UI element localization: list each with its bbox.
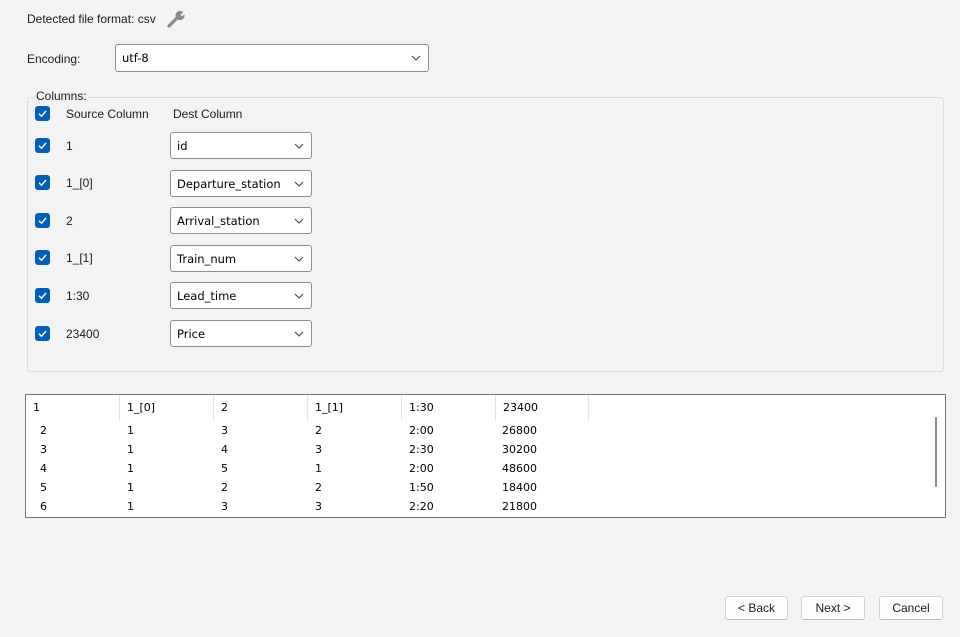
table-cell: 1 <box>127 443 134 456</box>
chevron-down-icon <box>294 256 304 262</box>
source-column-label: 1 <box>66 139 73 153</box>
table-cell: 21800 <box>502 500 537 513</box>
columns-group <box>27 97 944 372</box>
source-column-label: 1:30 <box>66 289 90 303</box>
source-column-label: 1_[1] <box>66 251 93 265</box>
select-all-checkbox[interactable] <box>35 106 50 121</box>
preview-table-header: 1 1_[0] 2 1_[1] 1:30 23400 <box>26 395 945 421</box>
dest-column-select[interactable]: Train_num <box>170 245 312 272</box>
source-column-label: 2 <box>66 214 73 228</box>
preview-header-cell[interactable]: 1_[1] <box>308 395 402 421</box>
dest-column-select[interactable]: Departure_station <box>170 170 312 197</box>
chevron-down-icon <box>294 181 304 187</box>
next-button[interactable]: Next > <box>801 596 865 620</box>
table-cell: 1 <box>315 462 322 475</box>
table-cell: 2 <box>40 424 47 437</box>
dest-column-select[interactable]: Lead_time <box>170 282 312 309</box>
table-cell: 3 <box>40 443 47 456</box>
chevron-down-icon <box>294 143 304 149</box>
preview-header-cell[interactable]: 1_[0] <box>120 395 214 421</box>
checkmark-icon <box>38 110 47 118</box>
dest-column-select[interactable]: Price <box>170 320 312 347</box>
table-cell: 26800 <box>502 424 537 437</box>
table-row[interactable]: 4 1 5 1 2:00 48600 <box>26 459 921 478</box>
chevron-down-icon <box>294 218 304 224</box>
dest-column-value: Lead_time <box>177 288 237 303</box>
dest-column-header: Dest Column <box>173 107 243 121</box>
preview-table[interactable]: 1 1_[0] 2 1_[1] 1:30 23400 2 1 3 2 2:00 … <box>25 394 946 518</box>
scrollbar-thumb[interactable] <box>935 417 937 487</box>
chevron-down-icon <box>411 55 421 61</box>
table-cell: 3 <box>315 500 322 513</box>
table-cell: 1:50 <box>409 481 434 494</box>
checkmark-icon <box>38 292 47 300</box>
table-cell: 18400 <box>502 481 537 494</box>
cancel-button[interactable]: Cancel <box>879 596 943 620</box>
table-row[interactable]: 5 1 2 2 1:50 18400 <box>26 478 921 497</box>
table-cell: 6 <box>40 500 47 513</box>
table-row[interactable]: 6 1 3 3 2:20 21800 <box>26 497 921 516</box>
column-checkbox[interactable] <box>35 326 50 341</box>
table-cell: 5 <box>40 481 47 494</box>
table-cell: 5 <box>221 462 228 475</box>
column-checkbox[interactable] <box>35 175 50 190</box>
wrench-icon[interactable] <box>166 10 188 28</box>
column-checkbox[interactable] <box>35 213 50 228</box>
table-cell: 2:00 <box>409 424 434 437</box>
preview-header-cell[interactable]: 1:30 <box>402 395 496 421</box>
dest-column-select[interactable]: id <box>170 132 312 159</box>
preview-header-cell[interactable]: 2 <box>214 395 308 421</box>
table-cell: 2:00 <box>409 462 434 475</box>
dest-column-value: id <box>177 138 188 153</box>
table-cell: 1 <box>127 481 134 494</box>
encoding-select[interactable]: utf-8 <box>115 44 429 72</box>
table-cell: 1 <box>127 424 134 437</box>
chevron-down-icon <box>294 293 304 299</box>
dest-column-select[interactable]: Arrival_station <box>170 207 312 234</box>
columns-group-title: Columns: <box>35 89 88 103</box>
table-row[interactable]: 3 1 4 3 2:30 30200 <box>26 440 921 459</box>
table-cell: 4 <box>40 462 47 475</box>
dest-column-value: Train_num <box>177 251 237 266</box>
table-cell: 2 <box>315 424 322 437</box>
checkmark-icon <box>38 179 47 187</box>
column-checkbox[interactable] <box>35 250 50 265</box>
source-column-label: 23400 <box>66 327 100 341</box>
table-cell: 3 <box>221 424 228 437</box>
table-cell: 2:30 <box>409 443 434 456</box>
encoding-label: Encoding: <box>27 52 81 66</box>
chevron-down-icon <box>294 331 304 337</box>
encoding-value: utf-8 <box>122 51 149 65</box>
table-row[interactable]: 2 1 3 2 2:00 26800 <box>26 421 921 440</box>
source-column-label: 1_[0] <box>66 176 93 190</box>
dest-column-value: Price <box>177 326 206 341</box>
back-button[interactable]: < Back <box>725 596 788 620</box>
table-cell: 48600 <box>502 462 537 475</box>
table-cell: 3 <box>315 443 322 456</box>
table-cell: 2:20 <box>409 500 434 513</box>
table-cell: 1 <box>127 500 134 513</box>
checkmark-icon <box>38 330 47 338</box>
table-cell: 1 <box>127 462 134 475</box>
checkmark-icon <box>38 254 47 262</box>
checkmark-icon <box>38 217 47 225</box>
dest-column-value: Arrival_station <box>177 213 260 228</box>
table-cell: 2 <box>221 481 228 494</box>
source-column-header: Source Column <box>66 107 149 121</box>
detected-format-label: Detected file format: csv <box>27 12 156 26</box>
vertical-scrollbar[interactable] <box>929 403 943 511</box>
dest-column-value: Departure_station <box>177 176 281 191</box>
preview-header-cell[interactable]: 23400 <box>496 395 589 421</box>
preview-header-cell[interactable]: 1 <box>26 395 120 421</box>
column-checkbox[interactable] <box>35 288 50 303</box>
detected-format: Detected file format: csv <box>27 10 188 28</box>
column-checkbox[interactable] <box>35 138 50 153</box>
checkmark-icon <box>38 142 47 150</box>
table-cell: 30200 <box>502 443 537 456</box>
table-cell: 2 <box>315 481 322 494</box>
table-cell: 3 <box>221 500 228 513</box>
table-cell: 4 <box>221 443 228 456</box>
